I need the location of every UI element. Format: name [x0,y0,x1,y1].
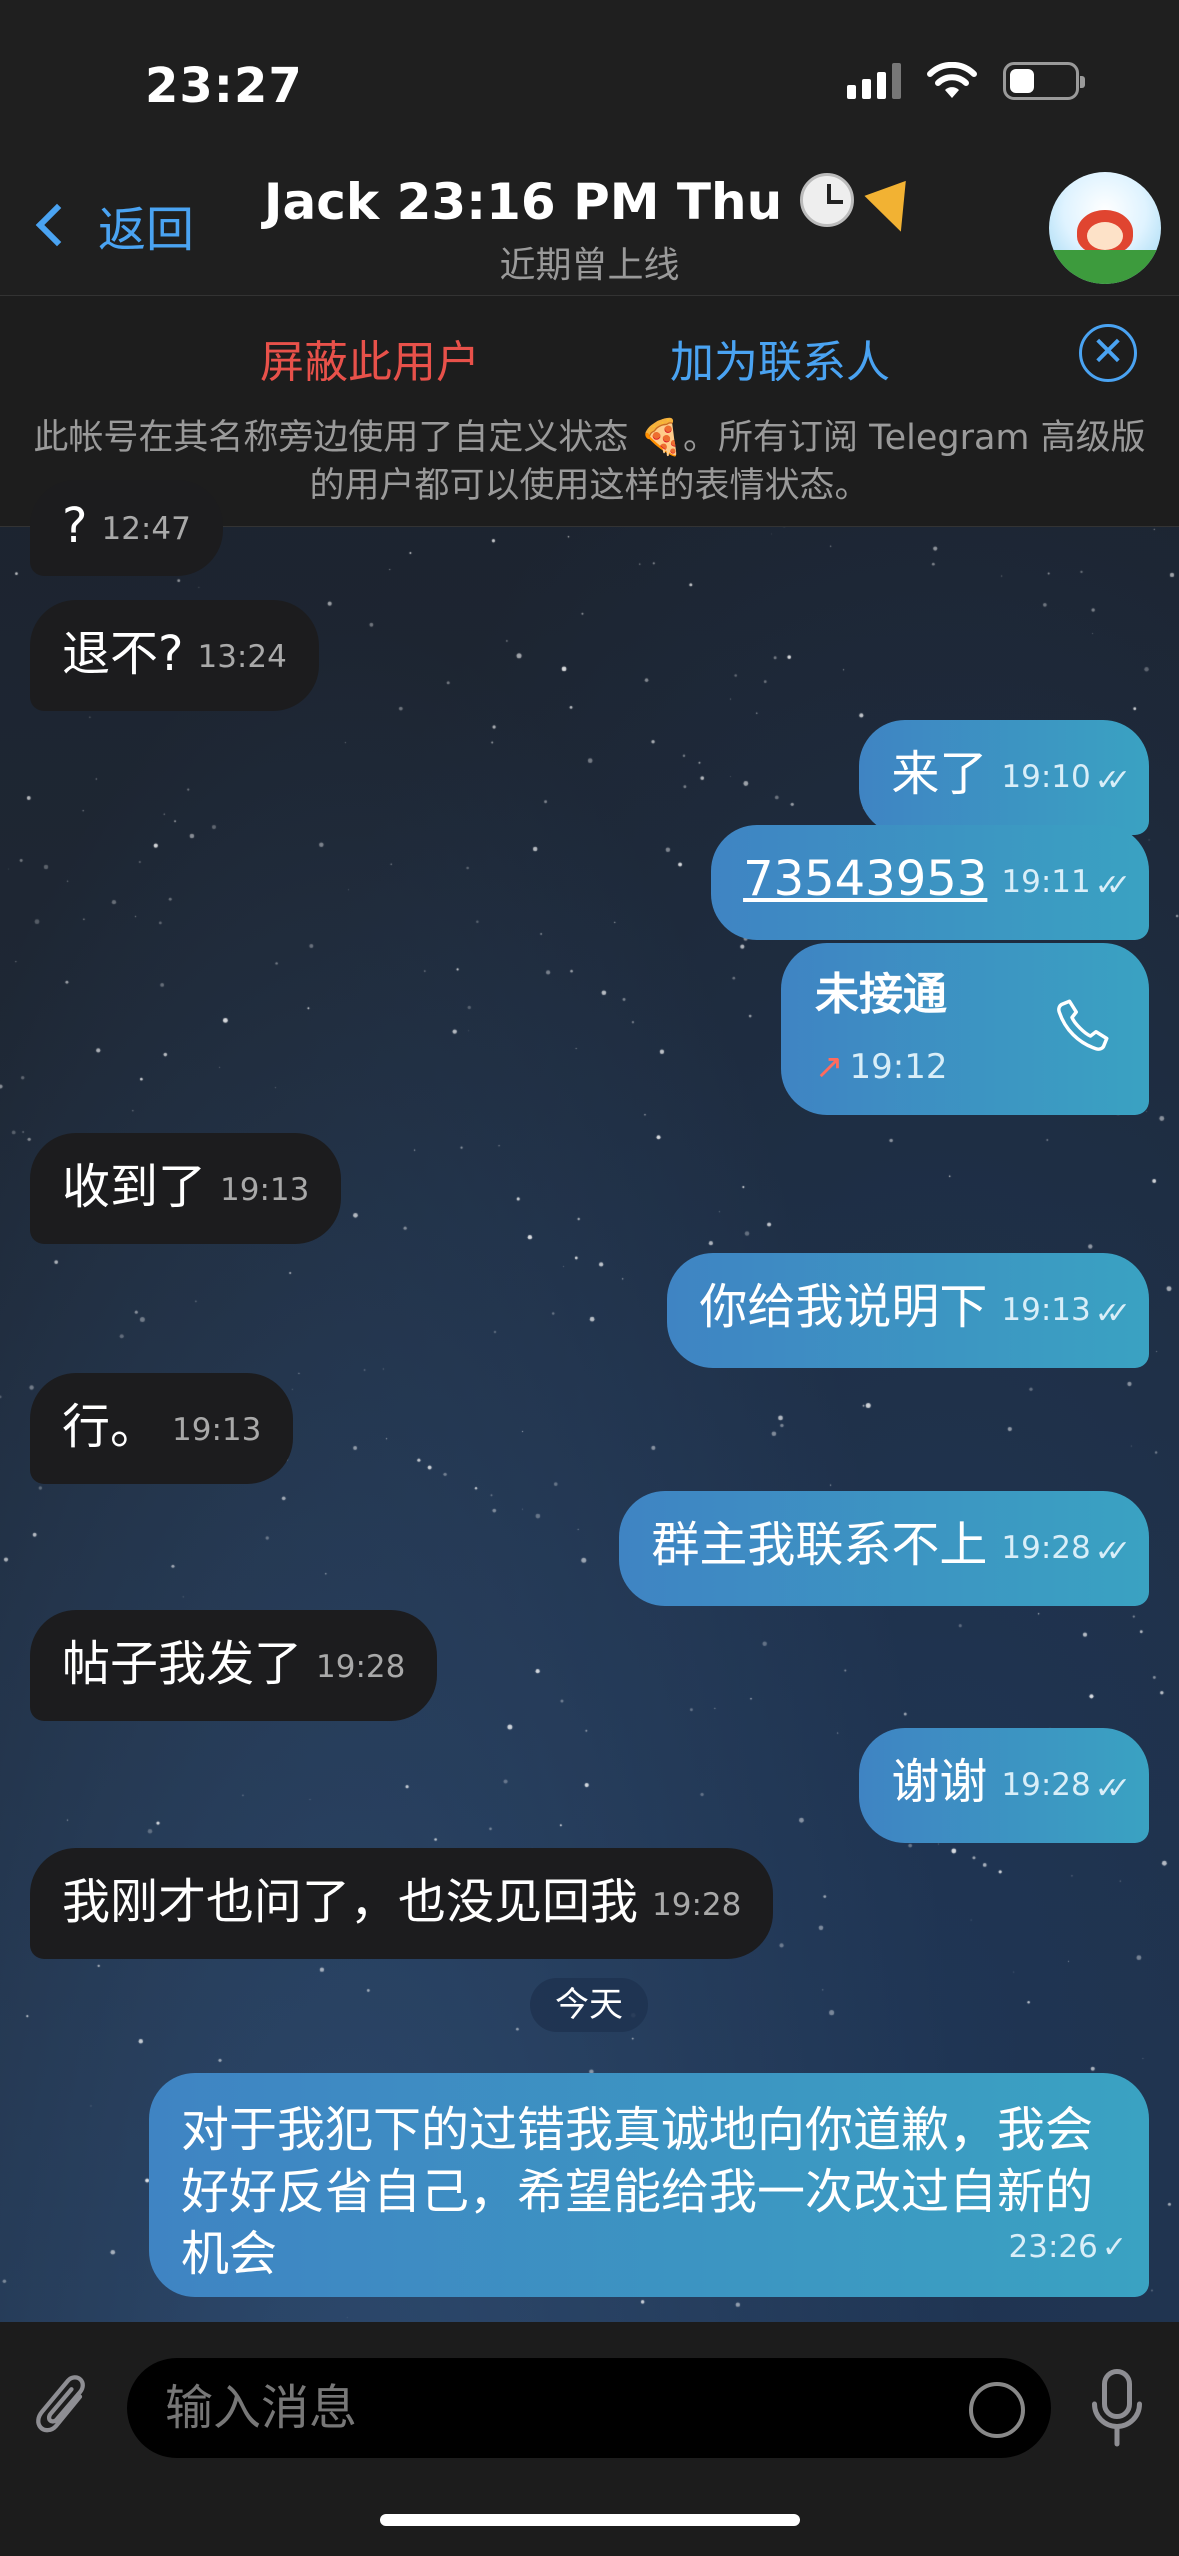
message-outgoing[interactable]: 对于我犯下的过错我真诚地向你道歉，我会好好反省自己，希望能给我一次改过自新的机会… [149,2073,1149,2297]
message-text: 谢谢 [891,1754,988,1810]
message-time: 19:28 [316,1649,406,1685]
message-input[interactable] [165,2358,945,2458]
read-checkmarks-icon: ✓✓ [1094,868,1131,903]
read-checkmarks-icon: ✓✓ [1094,763,1131,798]
message-incoming[interactable]: 帖子我发了 19:28 [30,1610,438,1721]
add-contact-button[interactable]: 加为联系人 [670,326,890,390]
message-text: 对于我犯下的过错我真诚地向你道歉，我会好好反省自己，希望能给我一次改过自新的机会 [181,2102,1094,2282]
message-text: ? [62,498,88,554]
message-text: 来了 [891,746,988,802]
message-time: 19:13 [172,1412,262,1448]
message-incoming[interactable]: 收到了 19:13 [30,1133,342,1244]
phone-icon[interactable] [1053,995,1113,1055]
date-separator: 今天 [530,1978,648,2032]
message-incoming[interactable]: 退不? 13:24 [30,600,319,711]
message-outgoing[interactable]: 谢谢 19:28 ✓✓ [859,1728,1149,1843]
last-seen-status: 近期曾上线 [499,245,680,286]
message-time: 19:10 [1001,759,1091,795]
block-user-button[interactable]: 屏蔽此用户 [260,326,480,390]
message-time: 13:24 [197,639,287,675]
read-checkmarks-icon: ✓✓ [1094,1296,1131,1331]
message-text: 收到了 [62,1159,207,1215]
chat-title[interactable]: Jack 23:16 PM Thu [0,173,1179,240]
battery-icon [1003,62,1085,100]
message-text: 群主我联系不上 [651,1517,988,1573]
message-time: 19:13 [1001,1292,1091,1328]
close-icon[interactable]: ✕ [1079,324,1137,382]
read-checkmarks-icon: ✓✓ [1094,1534,1131,1569]
navigation-header: 23:27 返回 Jack 23:16 PM Thu 近期曾上线 [0,0,1179,295]
wifi-icon [927,62,977,98]
message-incoming[interactable]: 行。 19:13 [30,1373,294,1484]
outgoing-arrow-icon: ↗ [815,1047,844,1087]
message-text: 行。 [62,1399,159,1455]
message-text: 帖子我发了 [62,1636,303,1692]
message-meta: 23:26 ✓ [1008,2216,1128,2279]
message-time: 12:47 [101,511,191,547]
clock-emoji-icon [799,173,854,227]
message-time: 19:28 [1001,1767,1091,1803]
message-time: 19:11 [1001,864,1091,900]
message-time: 19:28 [652,1887,742,1923]
pizza-emoji-status-icon[interactable] [864,180,922,240]
call-time: 19:12 [849,1047,948,1087]
message-link-text[interactable]: 73543953 [743,851,987,907]
message-outgoing[interactable]: 群主我联系不上 19:28 ✓✓ [619,1491,1149,1606]
message-text: 我刚才也问了，也没见回我 [62,1874,639,1930]
status-icons [847,62,1085,100]
sticker-icon[interactable] [969,2382,1025,2438]
message-outgoing[interactable]: 来了 19:10 ✓✓ [859,720,1149,835]
message-outgoing[interactable]: 73543953 19:11 ✓✓ [711,825,1149,940]
cellular-signal-icon [847,63,901,99]
message-input-field[interactable] [127,2358,1051,2458]
avatar[interactable] [1049,172,1161,284]
message-incoming[interactable]: ? 12:47 [30,480,223,576]
chat-title-text: Jack 23:16 PM Thu [263,173,783,231]
read-checkmarks-icon: ✓✓ [1094,1771,1131,1806]
microphone-icon[interactable] [1087,2366,1147,2452]
status-time: 23:27 [145,58,303,114]
message-time: 19:13 [220,1172,310,1208]
message-text: 退不? [62,626,184,682]
sent-checkmark-icon: ✓ [1101,2230,1127,2265]
message-text: 你给我说明下 [699,1279,988,1335]
message-time: 23:26 [1008,2229,1098,2265]
missed-call-message[interactable]: 未接通 ↗ 19:12 [781,943,1149,1115]
message-outgoing[interactable]: 你给我说明下 19:13 ✓✓ [667,1253,1149,1368]
home-indicator[interactable] [380,2514,800,2526]
message-incoming[interactable]: 我刚才也问了，也没见回我 19:28 [30,1848,774,1959]
message-time: 19:28 [1001,1530,1091,1566]
paperclip-icon[interactable] [32,2370,96,2450]
